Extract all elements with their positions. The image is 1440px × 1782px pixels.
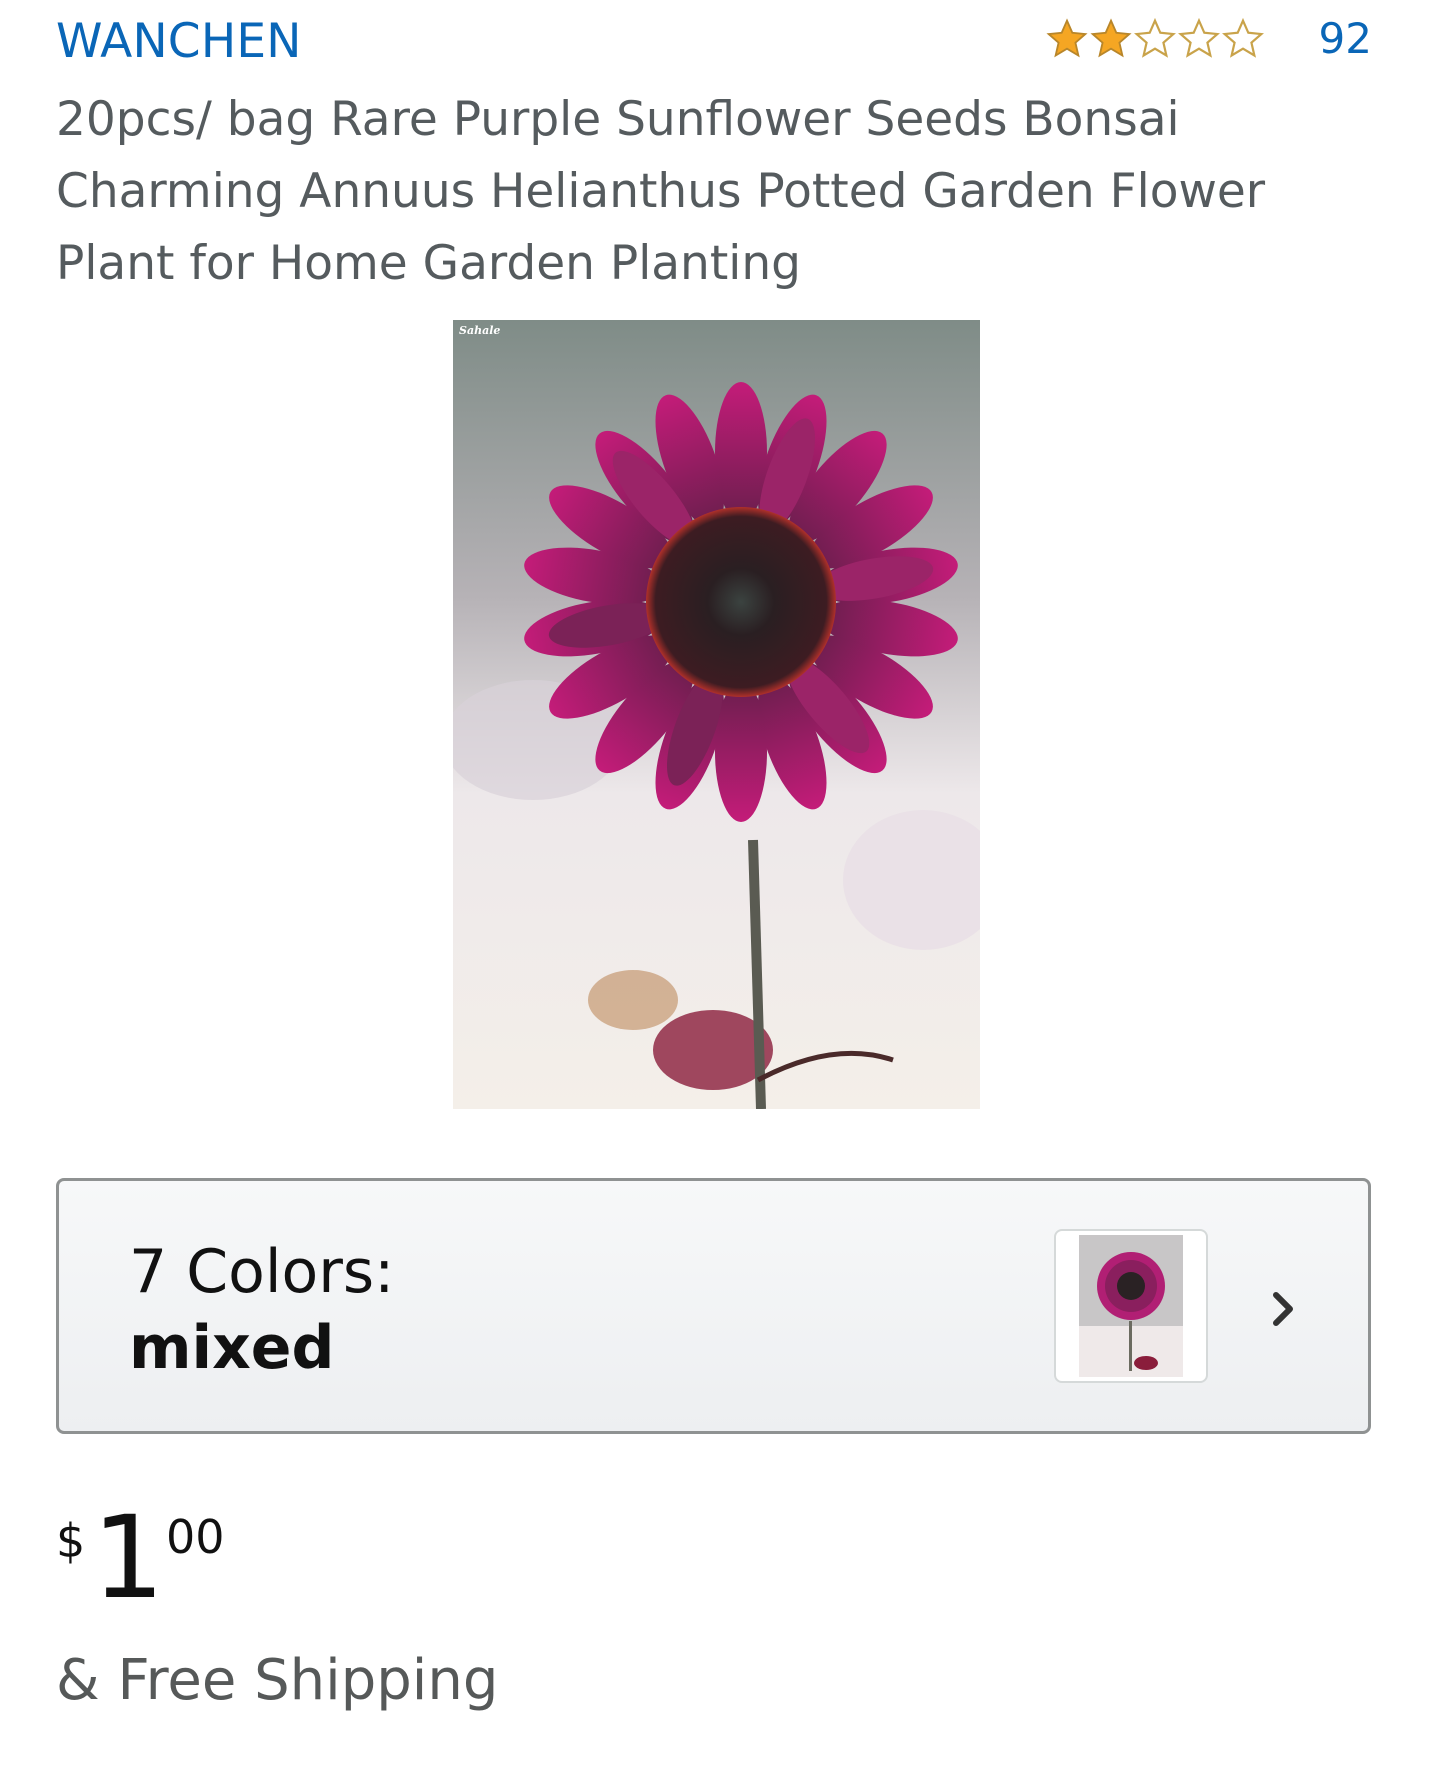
chevron-right-icon (1273, 1292, 1293, 1326)
variation-value: mixed (129, 1313, 335, 1383)
rating-widget[interactable]: 92 (1045, 14, 1372, 63)
price-whole: 1 (92, 1491, 165, 1624)
star-empty-icon (1221, 17, 1264, 58)
variation-selector[interactable]: 7 Colors: mixed (56, 1178, 1371, 1434)
brand-link[interactable]: WANCHEN (56, 14, 302, 69)
shipping-info: & Free Shipping (56, 1648, 499, 1713)
product-image[interactable]: Sahale (453, 320, 980, 1109)
star-empty-icon (1177, 17, 1220, 58)
price-currency-symbol: $ (56, 1514, 86, 1568)
product-title: 20pcs/ bag Rare Purple Sunflower Seeds B… (56, 92, 1266, 291)
review-count-link[interactable]: 92 (1319, 14, 1372, 63)
star-filled-icon (1046, 17, 1088, 57)
star-rating (1045, 17, 1265, 61)
price-fraction: 00 (166, 1510, 225, 1564)
image-watermark: Sahale (459, 324, 500, 337)
variation-label: 7 Colors: (129, 1237, 395, 1307)
star-filled-icon (1090, 17, 1132, 57)
variation-thumbnail (1054, 1229, 1208, 1383)
star-empty-icon (1133, 17, 1176, 58)
sunflower-photo: Sahale (453, 320, 980, 1109)
